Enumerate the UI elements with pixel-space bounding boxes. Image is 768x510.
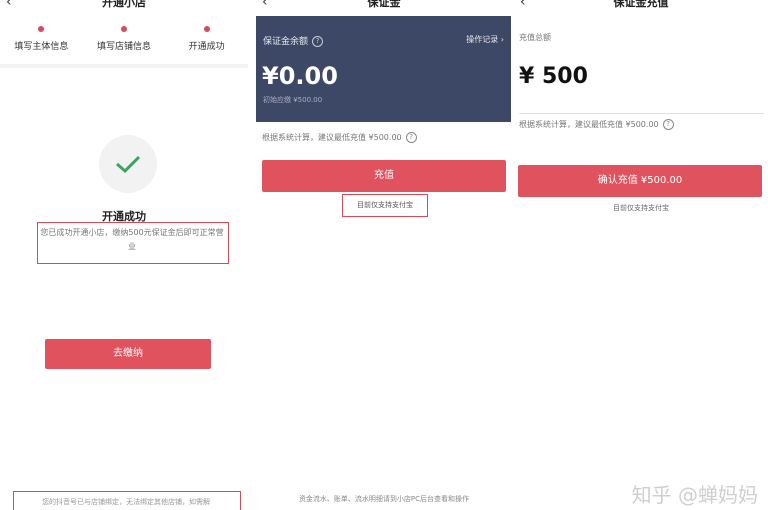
success-check-icon (99, 135, 157, 193)
success-message: 您已成功开通小店，缴纳500元保证金后即可正常营业 (40, 228, 224, 251)
operation-records-link[interactable]: 操作记录 › (466, 34, 504, 45)
watermark: 知乎 @蝉妈妈 (631, 483, 758, 507)
balance-amount: ¥0.00 (262, 62, 338, 90)
step-dot-icon (38, 26, 45, 32)
help-icon[interactable]: ? (405, 132, 417, 143)
step-1: 填写主体信息 (0, 16, 83, 64)
step-label: 开通成功 (188, 42, 225, 52)
amount-input[interactable]: ¥ 500 (519, 64, 588, 89)
open-shop-panel: ‹ 开通小店 填写主体信息 填写店铺信息 开通成功 开通成功 您已成功开通小店，… (0, 0, 248, 510)
bottom-note: 您的抖音号已与店铺绑定，无法绑定其他店铺，如需解 (42, 498, 210, 506)
bottom-note: 资金流水、账单、流水明细请到小店PC后台查看和操作 (298, 495, 470, 503)
confirm-recharge-button[interactable]: 确认充值 ¥500.00 (518, 165, 762, 197)
help-icon[interactable]: ? (662, 119, 674, 130)
amount-label: 充值总额 (519, 33, 551, 42)
help-icon[interactable]: ? (312, 36, 324, 47)
page-title: 保证金充值 (613, 0, 669, 9)
suggestion-text: 根据系统计算，建议最低充值 ¥500.00? (519, 119, 674, 130)
suggestion-text: 根据系统计算，建议最低充值 ¥500.00? (262, 132, 417, 143)
page-title: 开通小店 (102, 0, 146, 9)
step-label: 填写店铺信息 (97, 42, 152, 52)
alipay-note: 目前仅支持支付宝 (613, 204, 669, 212)
pay-deposit-button[interactable]: 去缴纳 (45, 339, 211, 369)
initial-amount: 初始应缴 ¥500.00 (263, 96, 323, 104)
deposit-panel: ‹ 保证金 保证金余额? 操作记录 › ¥0.00 初始应缴 ¥500.00 根… (256, 0, 512, 510)
amount-underline (519, 113, 764, 114)
balance-card: 保证金余额? 操作记录 › ¥0.00 初始应缴 ¥500.00 (256, 16, 511, 122)
step-dot-icon (121, 26, 127, 32)
alipay-note: 目前仅支持支付宝 (357, 201, 413, 209)
page-title: 保证金 (367, 0, 401, 9)
recharge-button[interactable]: 充值 (262, 160, 506, 192)
section-divider (0, 64, 248, 68)
step-label: 填写主体信息 (14, 42, 69, 52)
step-2: 填写店铺信息 (83, 16, 166, 64)
balance-label: 保证金余额? (263, 34, 324, 47)
step-progress: 填写主体信息 填写店铺信息 开通成功 (0, 16, 248, 64)
step-dot-icon (203, 26, 210, 32)
step-3: 开通成功 (165, 16, 248, 64)
deposit-recharge-panel: ‹ 保证金充值 充值总额 ¥ 500 根据系统计算，建议最低充值 ¥500.00… (514, 0, 768, 510)
